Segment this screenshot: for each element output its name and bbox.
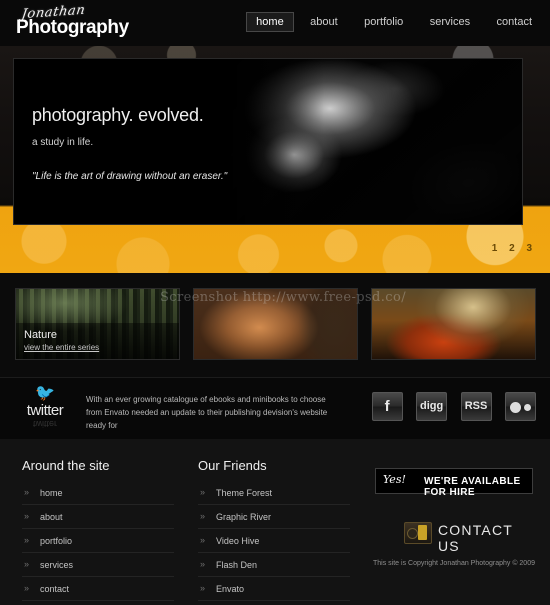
thumbnail-series-link[interactable]: view the entire series: [24, 343, 171, 352]
hire-yes-text: Yes!: [383, 473, 406, 486]
twitter-wordmark: twitter: [26, 402, 64, 419]
rss-icon[interactable]: RSS: [460, 392, 492, 421]
flickr-dot-left: [510, 401, 521, 413]
footer-link-theme-forest[interactable]: Theme Forest: [198, 481, 350, 504]
list-item: Envato: [198, 577, 350, 601]
hero-quote: "Life is the art of drawing without an e…: [32, 171, 228, 182]
list-item: Flash Den: [198, 553, 350, 577]
slider-page-1[interactable]: 1: [492, 243, 498, 254]
list-item: portfolio: [22, 529, 174, 553]
slider-page-2[interactable]: 2: [509, 243, 515, 254]
list-item: Theme Forest: [198, 481, 350, 505]
nav-item-home[interactable]: home: [246, 12, 294, 32]
slider-pagination: 1 2 3: [483, 243, 532, 254]
hero-portrait-photo: [222, 59, 522, 224]
nav-item-portfolio[interactable]: portfolio: [354, 12, 413, 32]
hero-headline: photography. evolved.: [32, 105, 204, 125]
hero-caption: photography. evolved. a study in life. "…: [32, 105, 262, 182]
digg-icon[interactable]: digg: [416, 392, 448, 421]
thumbnail-portrait[interactable]: [194, 289, 357, 359]
logo-main-text: Photography: [16, 17, 129, 38]
digg-glyph: digg: [419, 400, 444, 412]
list-item: contact: [22, 577, 174, 601]
hero-slider: photography. evolved. a study in life. "…: [0, 46, 550, 273]
footer-link-about[interactable]: about: [22, 505, 174, 528]
camera-icon: [404, 522, 432, 544]
hero-subhead: a study in life.: [32, 137, 94, 148]
list-item: Video Hive: [198, 529, 350, 553]
footer-column-friends: Our Friends Theme Forest Graphic River V…: [198, 458, 350, 601]
latest-tweet-text: With an ever growing catalogue of ebooks…: [86, 395, 328, 430]
thumbnail-title: Nature: [24, 329, 58, 341]
slider-page-3[interactable]: 3: [526, 243, 532, 254]
hire-main-text: WE'RE AVAILABLE FOR HIRE: [424, 476, 521, 498]
flickr-dot-right: [524, 403, 531, 411]
contact-us-label: CONTACT US: [438, 522, 513, 554]
available-for-hire-badge[interactable]: Yes! WE'RE AVAILABLE FOR HIRE: [375, 468, 533, 498]
list-item: services: [22, 553, 174, 577]
footer-column-around: Around the site home about portfolio ser…: [22, 458, 174, 601]
twitter-logo[interactable]: 🐦 twitter twitter: [14, 385, 76, 431]
copyright-text: This site is Copyright Jonathan Photogra…: [373, 560, 535, 567]
footer-links-around: home about portfolio services contact: [22, 481, 174, 601]
social-icons: f digg RSS: [363, 392, 536, 421]
footer-link-portfolio[interactable]: portfolio: [22, 529, 174, 552]
nav-item-contact[interactable]: contact: [487, 12, 542, 32]
main-navigation: home about portfolio services contact: [244, 12, 542, 34]
facebook-icon[interactable]: f: [371, 392, 403, 421]
facebook-glyph: f: [384, 398, 390, 415]
thumbnail-nature[interactable]: Nature view the entire series: [16, 289, 179, 359]
thumbnail-architecture[interactable]: [372, 289, 535, 359]
nav-item-about[interactable]: about: [300, 12, 348, 32]
nav-item-services[interactable]: services: [420, 12, 480, 32]
footer-link-services[interactable]: services: [22, 553, 174, 576]
twitter-bar: 🐦 twitter twitter With an ever growing c…: [0, 377, 550, 441]
footer-link-video-hive[interactable]: Video Hive: [198, 529, 350, 552]
footer-link-graphic-river[interactable]: Graphic River: [198, 505, 350, 528]
footer-link-envato[interactable]: Envato: [198, 577, 350, 600]
list-item: about: [22, 505, 174, 529]
twitter-wordmark-reflection: twitter: [32, 419, 57, 429]
flickr-dots: [506, 393, 535, 420]
rss-glyph: RSS: [464, 400, 488, 412]
flickr-icon[interactable]: [505, 392, 536, 421]
hero-slide-image[interactable]: photography. evolved. a study in life. "…: [14, 59, 522, 224]
contact-us-button[interactable]: CONTACT US: [404, 520, 534, 554]
list-item: Graphic River: [198, 505, 350, 529]
thumbnail-caption: Nature view the entire series: [16, 323, 179, 359]
footer-link-home[interactable]: home: [22, 481, 174, 504]
portfolio-thumbnails: Nature view the entire series: [0, 273, 550, 377]
page-root: Jonathan Photography home about portfoli…: [0, 0, 550, 605]
site-header: Jonathan Photography home about portfoli…: [0, 0, 550, 46]
footer-heading-friends: Our Friends: [198, 458, 267, 473]
list-item: home: [22, 481, 174, 505]
footer-link-contact[interactable]: contact: [22, 577, 174, 600]
site-logo[interactable]: Jonathan Photography: [16, 3, 136, 43]
twitter-bird-icon: 🐦: [35, 385, 55, 402]
footer-link-flash-den[interactable]: Flash Den: [198, 553, 350, 576]
footer-heading-around: Around the site: [22, 458, 110, 473]
footer-links-friends: Theme Forest Graphic River Video Hive Fl…: [198, 481, 350, 601]
